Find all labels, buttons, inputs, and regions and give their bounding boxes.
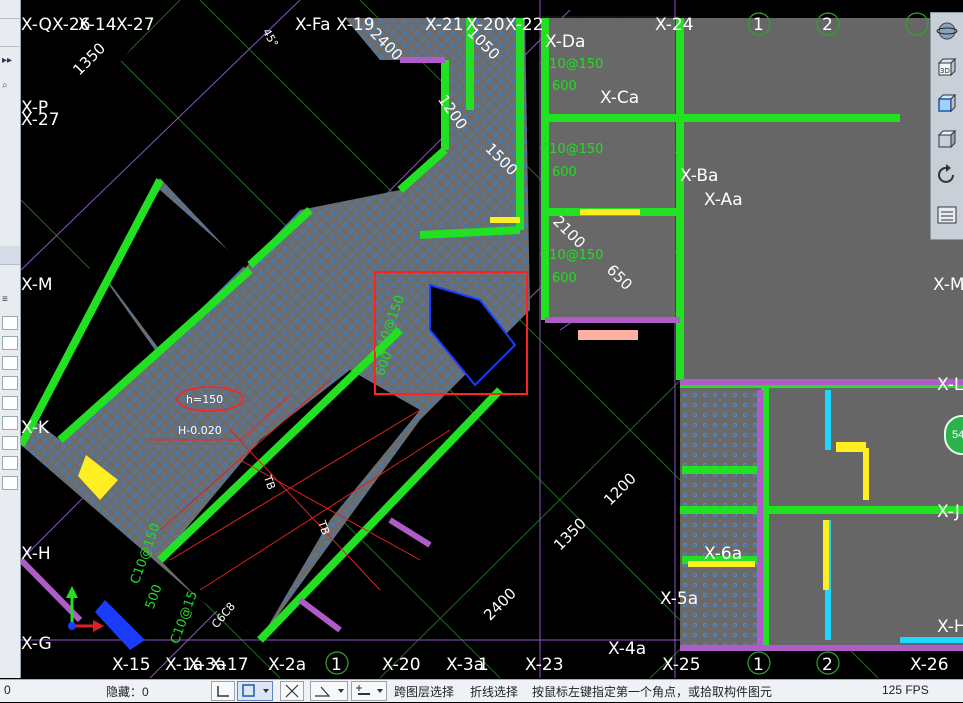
panel-section	[0, 18, 20, 47]
rebar-label: 600	[552, 79, 577, 94]
dimension-label: 2400	[480, 584, 520, 624]
grid-label: X-5a	[660, 589, 698, 609]
grid-label: X-Ca	[600, 88, 639, 108]
grid-label: X-6a	[704, 544, 742, 564]
list-item[interactable]	[2, 356, 18, 370]
box-icon[interactable]	[934, 89, 960, 117]
grid-label: X-15	[112, 655, 151, 675]
grid-label: X-G	[21, 634, 52, 654]
column	[836, 442, 866, 452]
elevation-label: H-0.020	[178, 424, 222, 437]
column	[578, 330, 638, 340]
3d-view-icon[interactable]: 3D	[934, 53, 960, 81]
grid-label: X-22	[505, 15, 544, 35]
list-item[interactable]	[2, 436, 18, 450]
grid-label: X-14	[78, 15, 117, 35]
list-item[interactable]	[2, 476, 18, 490]
svg-text:3D: 3D	[940, 67, 950, 75]
column	[95, 600, 145, 650]
grid-label: X-J	[937, 502, 960, 522]
grid-label: X-25	[662, 655, 701, 675]
grid-label: X-21	[425, 15, 464, 35]
list-item[interactable]	[2, 416, 18, 430]
grid-label: X-M	[933, 275, 963, 295]
rebar-label: 500	[143, 583, 166, 611]
grid-label: 1	[331, 655, 342, 675]
list-item[interactable]	[2, 456, 18, 470]
rebar-label: 600	[552, 165, 577, 180]
list-item[interactable]	[2, 376, 18, 390]
search-icon[interactable]: ⌕	[2, 80, 8, 91]
rebar-label: C10@150	[540, 248, 603, 263]
list-icon[interactable]: ≡	[2, 294, 8, 305]
fps-readout: 125 FPS	[882, 683, 929, 697]
list-item[interactable]	[2, 316, 18, 330]
grid-label: X-Fa	[295, 15, 331, 35]
grid-label: X-Da	[545, 32, 585, 52]
grid-label: 2	[822, 15, 833, 35]
rebar-label: 600	[552, 271, 577, 286]
status-bar: 0 隐藏：0 跨图层选择 折线选择 按鼠标左键指定第一个角点，或拾取构件图元 1…	[0, 679, 963, 702]
view-toolbar: 3D	[930, 12, 963, 240]
grid-label: X-4a	[608, 639, 646, 659]
slab-panel	[682, 390, 760, 648]
grid-label: X-27	[116, 15, 155, 35]
angle-snap-toggle[interactable]	[310, 681, 348, 701]
expand-icon[interactable]: ▸▸	[2, 55, 12, 66]
coordinate-readout: 0	[4, 683, 11, 697]
grid-label: 1	[753, 655, 764, 675]
object-snap-toggle[interactable]	[237, 681, 273, 701]
grid-label: X-26	[910, 655, 949, 675]
hidden-count: 隐藏：0	[106, 685, 149, 699]
rotate-icon[interactable]	[934, 161, 960, 189]
rebar-label: C10@150	[540, 57, 603, 72]
grid-label: X-2a	[268, 655, 306, 675]
grid-label: X-Ba	[680, 166, 718, 186]
grid-label: 1	[753, 15, 764, 35]
grid-label: 1	[478, 655, 489, 675]
grid-label: X-Aa	[704, 190, 743, 210]
grid-label: X-23	[525, 655, 564, 675]
layers-icon[interactable]	[934, 201, 960, 229]
rebar-label: C10@15	[168, 589, 201, 646]
grid-label: X-Q	[21, 15, 52, 35]
grid-label: X-H	[937, 617, 963, 637]
grid-label: X-L	[937, 375, 963, 395]
panel-header	[0, 0, 20, 19]
ortho-toggle[interactable]	[211, 681, 235, 701]
list-item[interactable]	[2, 336, 18, 350]
left-side-panel: ▸▸ ⌕ ≡	[0, 0, 21, 678]
grid-label: X-M	[21, 275, 53, 295]
list-item[interactable]	[2, 396, 18, 410]
grid-label: 2	[822, 655, 833, 675]
drawing-canvas[interactable]: X-Q X-26 X-14 X-27 X-Fa X-19 X-21 X-20 X…	[21, 0, 963, 678]
cad-drawing[interactable]: X-Q X-26 X-14 X-27 X-Fa X-19 X-21 X-20 X…	[21, 0, 963, 678]
rebar-label: C10@150	[540, 142, 603, 157]
grid-label: X-17	[210, 655, 249, 675]
angle-label: 45°	[260, 26, 281, 49]
grid-label: X-K	[21, 418, 50, 438]
command-prompt: 按鼠标左键指定第一个角点，或拾取构件图元	[532, 685, 773, 699]
cross-snap-toggle[interactable]	[280, 681, 304, 701]
offset-snap-toggle[interactable]	[351, 681, 387, 701]
dimension-label: 1200	[600, 469, 640, 509]
cube-icon[interactable]	[934, 125, 960, 153]
globe-icon[interactable]	[934, 17, 960, 45]
panel-header	[0, 246, 20, 265]
grid-label: X-24	[655, 15, 694, 35]
grid-label: X-H	[21, 544, 51, 564]
grid-label: X-27	[21, 110, 60, 130]
cross-layer-select-button[interactable]: 跨图层选择	[394, 683, 454, 700]
panel-section	[0, 96, 20, 247]
grid-label: X-19	[336, 15, 375, 35]
slab-thickness-label: h=150	[186, 393, 223, 406]
dimension-label: 1350	[550, 514, 590, 554]
grid-label: X-20	[382, 655, 421, 675]
polyline-select-button[interactable]: 折线选择	[470, 683, 518, 700]
